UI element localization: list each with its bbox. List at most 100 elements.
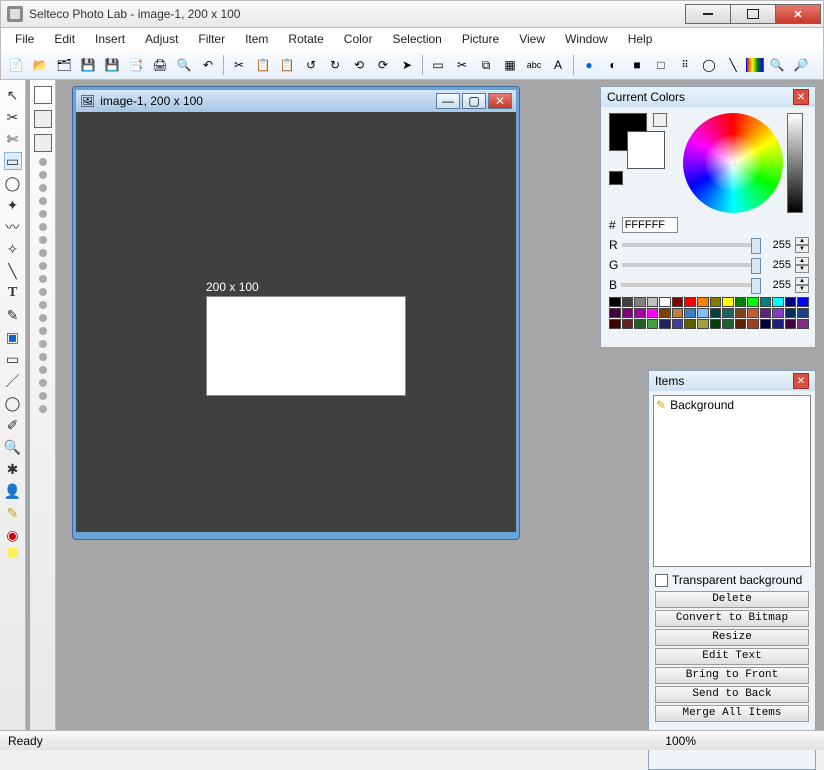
rect-outline-icon[interactable]: □ bbox=[650, 54, 672, 76]
palette-swatch[interactable] bbox=[659, 308, 671, 318]
doc-minimize-button[interactable]: — bbox=[436, 93, 460, 109]
copy-icon[interactable]: 📋 bbox=[252, 54, 274, 76]
menu-color[interactable]: Color bbox=[334, 29, 383, 49]
palette-swatch[interactable] bbox=[659, 319, 671, 329]
palette-swatch[interactable] bbox=[797, 308, 809, 318]
palette-swatch[interactable] bbox=[747, 297, 759, 307]
menu-filter[interactable]: Filter bbox=[188, 29, 235, 49]
rotate-r-icon[interactable]: ⟳ bbox=[372, 54, 394, 76]
open-icon[interactable]: 📂 bbox=[29, 54, 51, 76]
items-list[interactable]: ✎ Background bbox=[653, 395, 811, 567]
marquee-tool-icon[interactable]: ▭ bbox=[4, 152, 22, 170]
grid-colors-icon[interactable]: ⠿ bbox=[674, 54, 696, 76]
palette-swatch[interactable] bbox=[710, 308, 722, 318]
palette-swatch[interactable] bbox=[647, 308, 659, 318]
folder-icon[interactable]: 🗂 bbox=[53, 54, 75, 76]
palette-swatch[interactable] bbox=[747, 308, 759, 318]
items-panel-close-button[interactable]: ✕ bbox=[793, 373, 809, 389]
copy-doc-icon[interactable]: 📑 bbox=[125, 54, 147, 76]
zoom-tool-icon[interactable]: 🔍 bbox=[4, 438, 22, 456]
rotate-cw-icon[interactable]: ↻ bbox=[324, 54, 346, 76]
line-icon[interactable]: ╲ bbox=[722, 54, 744, 76]
swap-colors-icon[interactable] bbox=[653, 113, 667, 127]
layer-thumb-3[interactable] bbox=[34, 134, 52, 152]
background-swatch[interactable] bbox=[627, 131, 665, 169]
palette-swatch[interactable] bbox=[785, 319, 797, 329]
menu-file[interactable]: File bbox=[5, 29, 44, 49]
menu-rotate[interactable]: Rotate bbox=[278, 29, 333, 49]
palette-swatch[interactable] bbox=[634, 308, 646, 318]
scissors-icon[interactable]: ✂ bbox=[451, 54, 473, 76]
text-tool-icon[interactable]: abc bbox=[523, 54, 545, 76]
palette-swatch[interactable] bbox=[772, 308, 784, 318]
menu-help[interactable]: Help bbox=[618, 29, 663, 49]
paste-icon[interactable]: 📋 bbox=[276, 54, 298, 76]
menu-edit[interactable]: Edit bbox=[44, 29, 85, 49]
palette-swatch[interactable] bbox=[760, 308, 772, 318]
stamp-tool-icon[interactable]: 👤 bbox=[4, 482, 22, 500]
palette-swatch[interactable] bbox=[747, 319, 759, 329]
layer-thumb-1[interactable] bbox=[34, 86, 52, 104]
pencil-tool-icon[interactable]: ✎ bbox=[4, 504, 22, 522]
send-back-button[interactable]: Send to Back bbox=[655, 686, 809, 703]
new-icon[interactable]: 📄 bbox=[5, 54, 27, 76]
window-close-button[interactable] bbox=[775, 4, 821, 24]
palette-swatch[interactable] bbox=[772, 297, 784, 307]
lasso-tool-icon[interactable]: ✦ bbox=[4, 196, 22, 214]
fill-tool-icon[interactable]: ▣ bbox=[4, 328, 22, 346]
color-swatch-icon[interactable] bbox=[8, 548, 18, 558]
bring-front-button[interactable]: Bring to Front bbox=[655, 667, 809, 684]
curve-sel-tool-icon[interactable]: 〰 bbox=[4, 218, 22, 236]
zoom-in-icon[interactable]: 🔍 bbox=[766, 54, 788, 76]
delete-button[interactable]: Delete bbox=[655, 591, 809, 608]
palette-swatch[interactable] bbox=[735, 319, 747, 329]
document-titlebar[interactable]: 🖼 image-1, 200 x 100 — ▢ ✕ bbox=[76, 90, 516, 112]
palette-swatch[interactable] bbox=[735, 297, 747, 307]
print-icon[interactable]: 🖨 bbox=[149, 54, 171, 76]
palette-swatch[interactable] bbox=[609, 308, 621, 318]
palette-swatch[interactable] bbox=[622, 308, 634, 318]
ellipse-sel-tool-icon[interactable]: ◯ bbox=[4, 174, 22, 192]
color-wheel-marker[interactable] bbox=[731, 161, 736, 166]
palette-swatch[interactable] bbox=[697, 319, 709, 329]
palette-swatch[interactable] bbox=[647, 297, 659, 307]
menu-item[interactable]: Item bbox=[235, 29, 278, 49]
color-palette[interactable] bbox=[609, 297, 809, 329]
preview-icon[interactable]: 🔍 bbox=[173, 54, 195, 76]
doc-close-button[interactable]: ✕ bbox=[488, 93, 512, 109]
rect-shape-tool-icon[interactable]: ▭ bbox=[4, 350, 22, 368]
resize-button[interactable]: Resize bbox=[655, 629, 809, 646]
arrow-icon[interactable]: ➤ bbox=[396, 54, 418, 76]
palette-swatch[interactable] bbox=[622, 319, 634, 329]
list-item[interactable]: ✎ Background bbox=[656, 398, 808, 412]
menu-adjust[interactable]: Adjust bbox=[135, 29, 188, 49]
undo-icon[interactable]: ↶ bbox=[197, 54, 219, 76]
palette-swatch[interactable] bbox=[785, 297, 797, 307]
brush-tool-icon[interactable]: ✐ bbox=[4, 416, 22, 434]
colors-panel-close-button[interactable]: ✕ bbox=[793, 89, 809, 105]
crop-icon[interactable]: ⧉ bbox=[475, 54, 497, 76]
colors-panel-header[interactable]: Current Colors ✕ bbox=[601, 87, 815, 107]
spray-tool-icon[interactable]: ✱ bbox=[4, 460, 22, 478]
palette-swatch[interactable] bbox=[760, 297, 772, 307]
palette-swatch[interactable] bbox=[697, 297, 709, 307]
edit-text-button[interactable]: Edit Text bbox=[655, 648, 809, 665]
mini-fg-swatch[interactable] bbox=[609, 171, 623, 185]
rotate-ccw-icon[interactable]: ↺ bbox=[300, 54, 322, 76]
value-gradient[interactable] bbox=[787, 113, 803, 213]
pointer-tool-icon[interactable]: ↖ bbox=[4, 86, 22, 104]
r-spinner[interactable]: ▲▼ bbox=[795, 237, 809, 253]
palette-swatch[interactable] bbox=[609, 319, 621, 329]
palette-swatch[interactable] bbox=[647, 319, 659, 329]
palette-bars-icon[interactable] bbox=[746, 58, 764, 72]
palette-swatch[interactable] bbox=[684, 297, 696, 307]
contrast-icon[interactable]: ◐ bbox=[602, 54, 624, 76]
g-spinner[interactable]: ▲▼ bbox=[795, 257, 809, 273]
pointer-icon[interactable]: ▭ bbox=[427, 54, 449, 76]
merge-all-button[interactable]: Merge All Items bbox=[655, 705, 809, 722]
rotate-l-icon[interactable]: ⟲ bbox=[348, 54, 370, 76]
wand-tool-icon[interactable]: ✧ bbox=[4, 240, 22, 258]
transparent-bg-checkbox[interactable] bbox=[655, 574, 668, 587]
cut-icon[interactable]: ✂ bbox=[228, 54, 250, 76]
palette-swatch[interactable] bbox=[710, 319, 722, 329]
